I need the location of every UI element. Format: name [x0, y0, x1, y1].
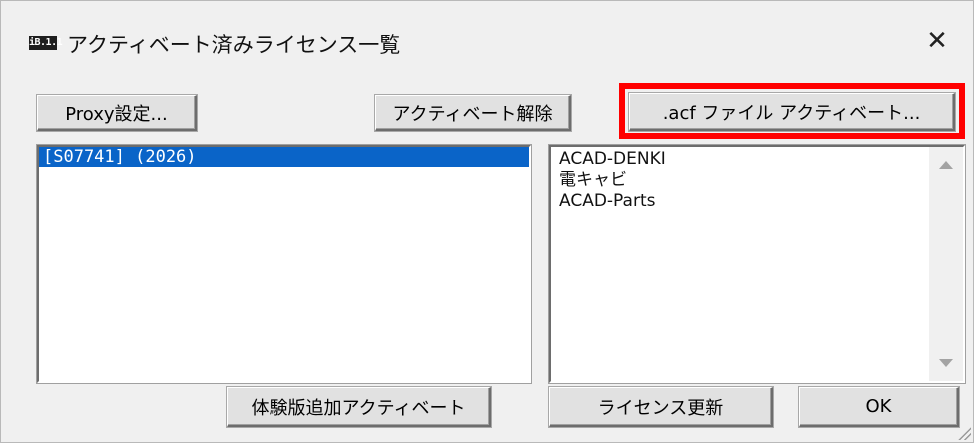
license-list[interactable]: [S07741] (2026) — [37, 145, 531, 383]
product-list-item[interactable]: ACAD-Parts — [551, 191, 963, 212]
scroll-up-icon[interactable] — [939, 161, 953, 169]
acf-file-activate-button[interactable]: .acf ファイル アクティベート... — [629, 93, 955, 131]
scroll-down-icon[interactable] — [939, 359, 953, 367]
product-list-item[interactable]: 電キャビ — [551, 170, 963, 191]
product-list-scrollbar[interactable] — [929, 147, 963, 381]
deactivate-button[interactable]: アクティベート解除 — [375, 95, 571, 131]
close-icon[interactable]: ✕ — [917, 23, 957, 59]
title-bar[interactable]: iB.1.1 アクティベート済みライセンス一覧 ✕ — [1, 1, 973, 73]
product-list[interactable]: ACAD-DENKI 電キャビ ACAD-Parts — [549, 145, 965, 383]
trial-activate-button[interactable]: 体験版追加アクティベート — [227, 387, 491, 427]
license-renew-button[interactable]: ライセンス更新 — [549, 387, 773, 427]
license-list-item[interactable]: [S07741] (2026) — [39, 147, 529, 167]
dialog-title: アクティベート済みライセンス一覧 — [67, 33, 401, 57]
product-list-item[interactable]: ACAD-DENKI — [551, 149, 963, 170]
ok-button[interactable]: OK — [799, 387, 959, 427]
app-icon: iB.1.1 — [29, 36, 63, 50]
license-dialog: iB.1.1 アクティベート済みライセンス一覧 ✕ Proxy設定... アクテ… — [0, 0, 974, 443]
resize-grip[interactable] — [955, 424, 971, 440]
proxy-settings-button[interactable]: Proxy設定... — [37, 95, 197, 131]
